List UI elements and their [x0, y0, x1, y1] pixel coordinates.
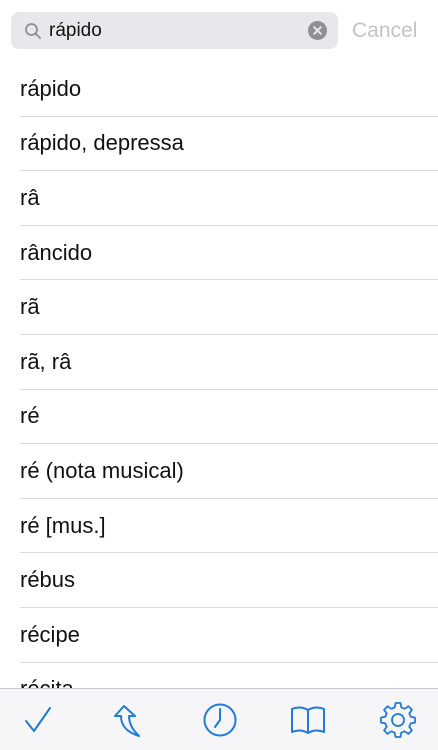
- result-row[interactable]: râ: [20, 171, 438, 226]
- gear-icon: [380, 702, 416, 738]
- result-row[interactable]: rébus: [20, 553, 438, 608]
- search-icon: [25, 23, 41, 39]
- result-row[interactable]: rã, râ: [20, 335, 438, 390]
- clear-search-icon[interactable]: [308, 21, 327, 40]
- cancel-button[interactable]: Cancel: [352, 12, 417, 49]
- dictionary-search-screen: Cancel rápido rápido, depressa râ râncid…: [0, 0, 438, 750]
- bookmarks-button[interactable]: [288, 701, 328, 739]
- checkmark-icon: [25, 707, 51, 732]
- bottom-toolbar: [0, 688, 438, 750]
- result-row[interactable]: ré [mus.]: [20, 499, 438, 554]
- result-row[interactable]: râncido: [20, 226, 438, 281]
- history-button[interactable]: [200, 701, 240, 739]
- result-row[interactable]: récipe: [20, 608, 438, 663]
- clock-icon: [203, 703, 237, 737]
- back-button[interactable]: [108, 701, 148, 739]
- result-row[interactable]: ré: [20, 390, 438, 445]
- result-row[interactable]: récita: [20, 663, 438, 688]
- result-row[interactable]: rápido, depressa: [20, 117, 438, 172]
- result-row[interactable]: rápido: [20, 62, 438, 117]
- results-list[interactable]: rápido rápido, depressa râ râncido rã rã…: [0, 62, 438, 688]
- book-icon: [291, 706, 325, 734]
- result-row[interactable]: rã: [20, 280, 438, 335]
- undo-arrow-icon: [114, 705, 140, 737]
- search-bar: Cancel: [0, 0, 438, 62]
- result-row[interactable]: ré (nota musical): [20, 444, 438, 499]
- search-field[interactable]: [11, 12, 338, 49]
- checkmark-button[interactable]: [18, 701, 58, 739]
- search-input[interactable]: [49, 12, 299, 49]
- settings-button[interactable]: [378, 701, 418, 739]
